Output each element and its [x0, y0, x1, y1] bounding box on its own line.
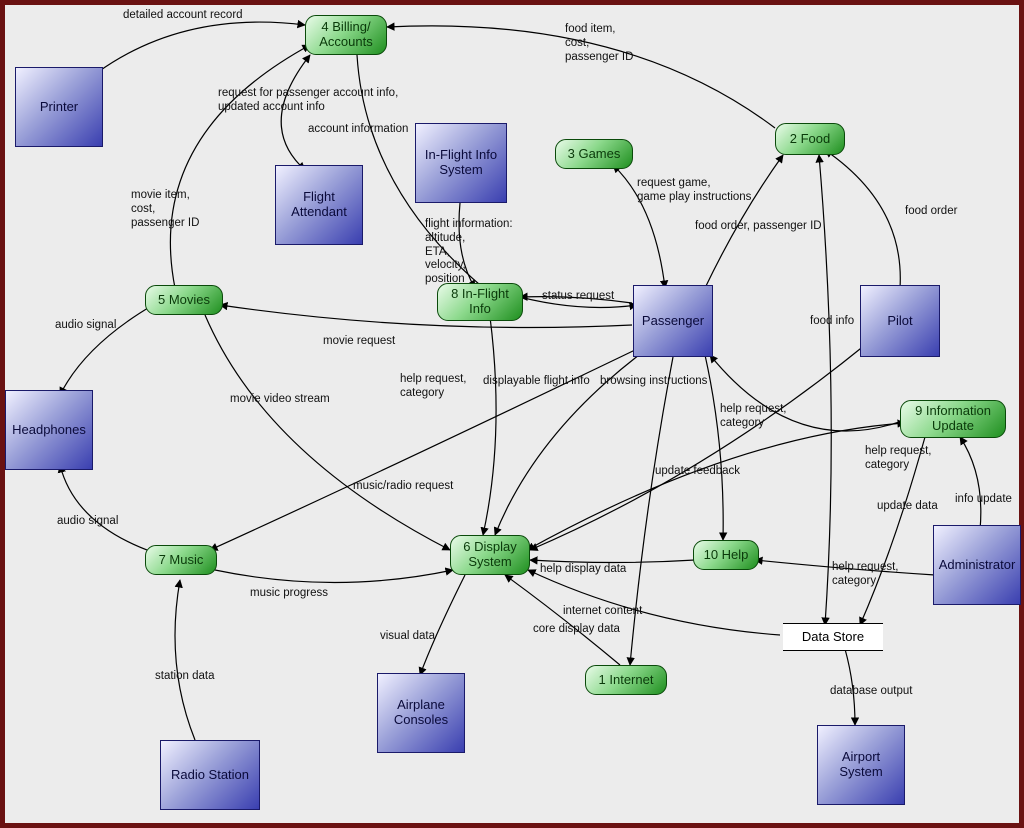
datastore[interactable]: Data Store [783, 623, 883, 651]
external-radio[interactable]: Radio Station [160, 740, 260, 810]
process-games[interactable]: 3 Games [555, 139, 633, 169]
external-consoles[interactable]: AirplaneConsoles [377, 673, 465, 753]
process-help[interactable]: 10 Help [693, 540, 759, 570]
process-infoupd[interactable]: 9 InformationUpdate [900, 400, 1006, 438]
external-printer[interactable]: Printer [15, 67, 103, 147]
external-airport[interactable]: AirportSystem [817, 725, 905, 805]
process-internet[interactable]: 1 Internet [585, 665, 667, 695]
process-movies[interactable]: 5 Movies [145, 285, 223, 315]
process-music[interactable]: 7 Music [145, 545, 217, 575]
external-passenger[interactable]: Passenger [633, 285, 713, 357]
external-admin[interactable]: Administrator [933, 525, 1021, 605]
diagram-frame: detailed account record food item,cost,p… [0, 0, 1024, 828]
process-display[interactable]: 6 DisplaySystem [450, 535, 530, 575]
process-inflight[interactable]: 8 In-FlightInfo [437, 283, 523, 321]
process-food[interactable]: 2 Food [775, 123, 845, 155]
external-headphones[interactable]: Headphones [5, 390, 93, 470]
edges-layer [5, 5, 1019, 823]
process-billing[interactable]: 4 Billing/Accounts [305, 15, 387, 55]
external-pilot[interactable]: Pilot [860, 285, 940, 357]
external-attendant[interactable]: FlightAttendant [275, 165, 363, 245]
external-infosys[interactable]: In-Flight InfoSystem [415, 123, 507, 203]
diagram-canvas: detailed account record food item,cost,p… [5, 5, 1019, 823]
